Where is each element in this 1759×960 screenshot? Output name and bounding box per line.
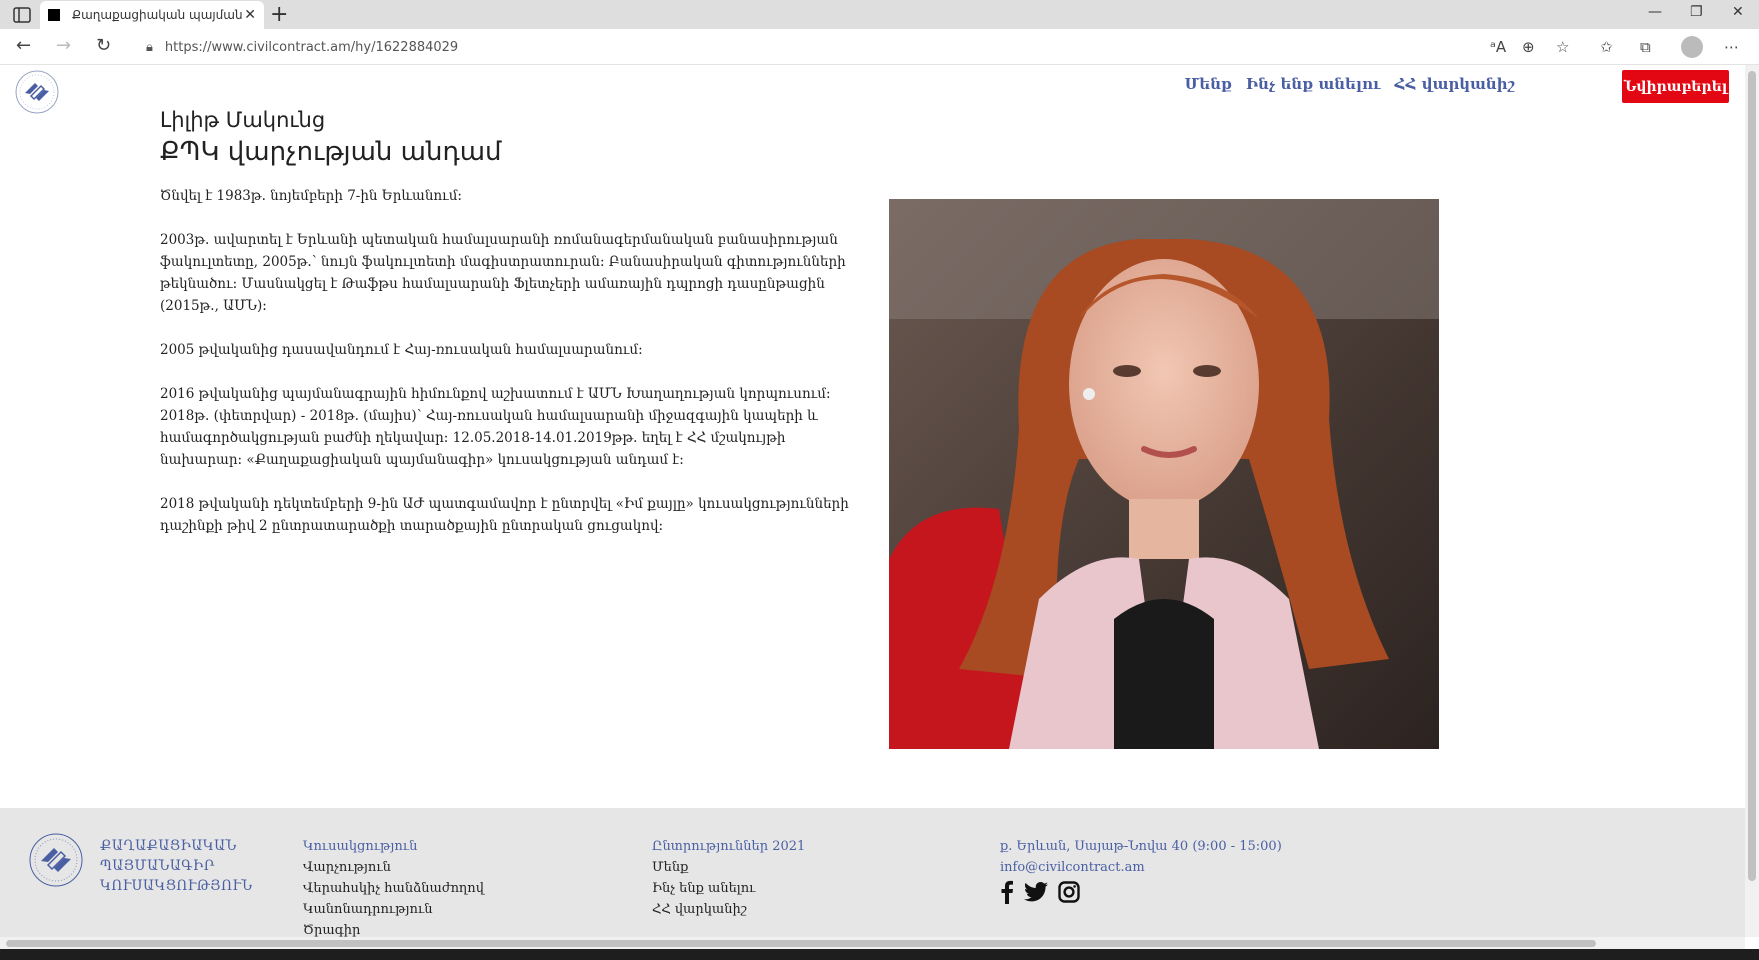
site-footer: ՔԱՂԱՔԱՑԻԱԿԱՆ ՊԱՅՄԱՆԱԳԻՐ ԿՈՒՍԱԿՑՈՒԹՅՈՒՆ Կ… — [0, 808, 1745, 937]
twitter-icon[interactable] — [1024, 882, 1048, 902]
horizontal-scrollbar[interactable] — [0, 937, 1745, 949]
close-window-icon[interactable]: ✕ — [1732, 4, 1744, 20]
donate-button[interactable]: Նվիրաբերել — [1622, 70, 1729, 103]
footer-link-program[interactable]: Ծրագիր — [303, 920, 484, 937]
footer-col-contact: ք. Երևան, Սայաթ-Նովա 40 (9:00 - 15:00) i… — [1000, 836, 1282, 878]
web-page: Մենք Ինչ ենք անելու ՀՀ վարկանիշ Նվիրաբեր… — [0, 65, 1745, 937]
footer-link-board[interactable]: Վարչություն — [303, 857, 484, 878]
footer-brand: ՔԱՂԱՔԱՑԻԱԿԱՆ ՊԱՅՄԱՆԱԳԻՐ ԿՈՒՍԱԿՑՈՒԹՅՈՒՆ — [100, 836, 253, 896]
footer-link-party[interactable]: Կուսակցություն — [303, 836, 484, 857]
read-aloud-icon[interactable]: ᵃA — [1490, 38, 1506, 56]
restore-icon[interactable]: ❐ — [1690, 4, 1703, 20]
tab-title: Քաղաքացիական պայմանագ — [72, 8, 242, 22]
bio-paragraph: 2018 թվականի դեկտեմբերի 9-ին ԱԺ պատգամավ… — [160, 496, 849, 534]
person-name: Լիլիթ Մակունց — [160, 108, 326, 132]
footer-brand-line: ՔԱՂԱՔԱՑԻԱԿԱՆ — [100, 838, 237, 854]
reload-icon[interactable]: ↻ — [96, 35, 111, 56]
person-role: ՔՊԿ վարչության անդամ — [160, 137, 502, 167]
footer-link-elections[interactable]: Ընտրություններ 2021 — [652, 836, 805, 857]
footer-link-menq[interactable]: Մենք — [652, 857, 805, 878]
zoom-icon[interactable]: ⊕ — [1522, 38, 1535, 56]
footer-email-link[interactable]: info@civilcontract.am — [1000, 857, 1282, 878]
favorites-list-icon[interactable]: ✩ — [1600, 38, 1613, 56]
back-icon[interactable]: ← — [16, 35, 31, 56]
social-links — [1000, 880, 1080, 904]
more-menu-icon[interactable]: ⋯ — [1724, 38, 1739, 56]
site-nav: Մենք Ինչ ենք անելու ՀՀ վարկանիշ — [1185, 75, 1515, 93]
footer-link-hh-varkanish[interactable]: ՀՀ վարկանիշ — [652, 899, 805, 920]
site-favicon-icon — [48, 9, 60, 21]
address-bar[interactable]: 🔒︎ https://www.civilcontract.am/hy/16228… — [132, 33, 1492, 61]
footer-address: ք. Երևան, Սայաթ-Նովա 40 (9:00 - 15:00) — [1000, 839, 1282, 854]
forward-icon[interactable]: → — [56, 35, 71, 56]
footer-brand-line: ՊԱՅՄԱՆԱԳԻՐ — [100, 858, 215, 874]
lock-icon[interactable]: 🔒︎ — [146, 40, 153, 55]
biography: Ծնվել է 1983թ. նոյեմբերի 7-ին Երևանում: … — [160, 185, 850, 559]
footer-link-inch-enq-anelu[interactable]: Ինչ ենք անելու — [652, 878, 805, 899]
minimize-icon[interactable]: — — [1648, 4, 1662, 20]
collections-icon[interactable]: ⧉ — [1640, 38, 1651, 56]
instagram-icon[interactable] — [1058, 881, 1080, 903]
nav-link-hh-varkanish[interactable]: ՀՀ վարկանիշ — [1394, 75, 1515, 93]
footer-link-statute[interactable]: Կանոնադրություն — [303, 899, 484, 920]
bio-paragraph: 2016 թվականից պայմանագրային հիմունքով աշ… — [160, 386, 831, 468]
os-taskbar — [0, 949, 1759, 960]
browser-toolbar: ← → ↻ 🔒︎ https://www.civilcontract.am/hy… — [0, 29, 1759, 65]
browser-tab-bar: Քաղաքացիական պայմանագ ✕ + — ❐ ✕ — [0, 0, 1759, 29]
footer-logo-icon[interactable] — [28, 832, 84, 888]
footer-brand-line: ԿՈՒՍԱԿՑՈՒԹՅՈՒՆ — [100, 878, 253, 894]
footer-col-elections: Ընտրություններ 2021 Մենք Ինչ ենք անելու … — [652, 836, 805, 920]
vertical-scrollbar[interactable] — [1745, 65, 1759, 937]
portrait-photo — [889, 199, 1439, 749]
close-tab-icon[interactable]: ✕ — [244, 7, 256, 23]
new-tab-icon[interactable]: + — [270, 2, 288, 27]
footer-col-party: Կուսակցություն Վարչություն Վերահսկիչ հան… — [303, 836, 484, 937]
tab-actions-icon[interactable] — [12, 6, 32, 24]
nav-link-menq[interactable]: Մենք — [1185, 75, 1232, 93]
favorite-star-icon[interactable]: ☆ — [1556, 38, 1569, 56]
browser-tab[interactable]: Քաղաքացիական պայմանագ ✕ — [40, 1, 264, 29]
party-logo-icon[interactable] — [14, 69, 60, 115]
facebook-icon[interactable] — [1000, 880, 1014, 904]
bio-paragraph: Ծնվել է 1983թ. նոյեմբերի 7-ին Երևանում: — [160, 188, 462, 204]
footer-link-audit[interactable]: Վերահսկիչ հանձնաժողով — [303, 878, 484, 899]
profile-avatar-icon[interactable] — [1681, 36, 1703, 58]
url-text: https://www.civilcontract.am/hy/16228840… — [164, 39, 459, 55]
bio-paragraph: 2005 թվականից դասավանդում է Հայ-ռուսական… — [160, 342, 643, 358]
bio-paragraph: 2003թ. ավարտել է Երևանի պետական համալսար… — [160, 232, 846, 314]
nav-link-inch-enq-anelu[interactable]: Ինչ ենք անելու — [1246, 75, 1380, 93]
